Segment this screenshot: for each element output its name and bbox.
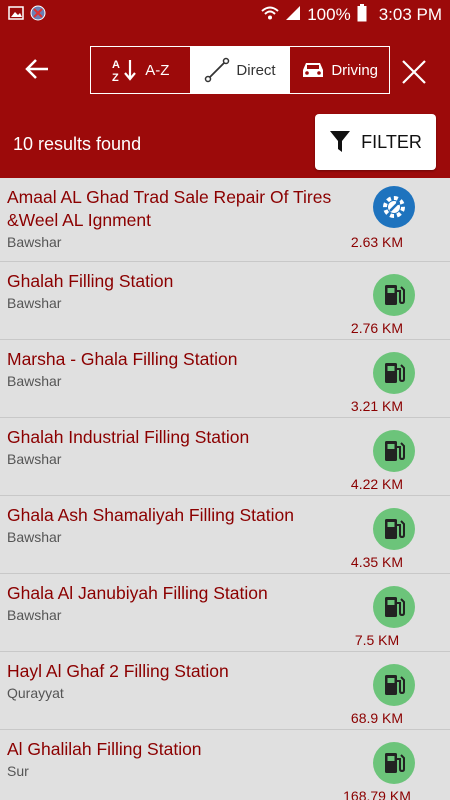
results-bar: 10 results found FILTER [0, 112, 450, 178]
place-area: Bawshar [7, 234, 62, 250]
list-item[interactable]: Hayl Al Ghaf 2 Filling Station Qurayyat 68… [0, 652, 450, 730]
place-name: Amaal AL Ghad Trad Sale Repair Of Tires … [7, 187, 332, 230]
distance-label: 168.79 KM [343, 788, 411, 800]
sort-az-label: A-Z [145, 61, 170, 79]
sort-segmented-control: A Z A-Z Direct Driving [90, 46, 390, 94]
back-button[interactable] [20, 52, 54, 86]
car-icon [303, 63, 324, 77]
status-notifications [8, 5, 46, 26]
svg-text:A: A [112, 59, 120, 71]
clock: 3:03 PM [378, 5, 442, 24]
list-item[interactable]: Ghalah Industrial Filling Station Bawshar… [0, 418, 450, 496]
sort-driving-label: Driving [331, 61, 379, 79]
svg-text:Z: Z [112, 72, 119, 83]
distance-label: 3.21 KM [350, 398, 404, 414]
list-item[interactable]: Marsha - Ghala Filling Station Bawshar 3.2… [0, 340, 450, 418]
place-name: Ghala Al Janubiyah Filling Station [7, 583, 268, 603]
fuel-pump-icon [373, 508, 415, 550]
sort-direct-button[interactable]: Direct [190, 47, 291, 93]
place-area: Bawshar [7, 607, 62, 623]
place-area: Sur [7, 763, 29, 779]
place-name: Hayl Al Ghaf 2 Filling Station [7, 661, 229, 681]
service-gear-icon [373, 186, 415, 228]
place-name: Ghalah Filling Station [7, 271, 174, 291]
place-area: Bawshar [7, 373, 62, 389]
place-area: Bawshar [7, 529, 62, 545]
distance-label: 68.9 KM [350, 710, 404, 726]
fuel-pump-icon [373, 586, 415, 628]
results-count: 10 results found [13, 134, 142, 154]
place-name: Ghalah Industrial Filling Station [7, 427, 250, 447]
fuel-pump-icon [373, 742, 415, 784]
fuel-pump-icon [373, 352, 415, 394]
place-area: Bawshar [7, 451, 62, 467]
sort-az-icon: A Z [112, 59, 137, 83]
place-area: Qurayyat [7, 685, 64, 701]
place-name: Marsha - Ghala Filling Station [7, 349, 238, 369]
results-list: Amaal AL Ghad Trad Sale Repair Of Tires … [0, 178, 450, 800]
close-button[interactable] [398, 56, 430, 88]
direct-line-icon [205, 57, 230, 83]
sort-driving-button[interactable]: Driving [290, 47, 389, 93]
place-area: Bawshar [7, 295, 62, 311]
list-item[interactable]: Ghala Al Janubiyah Filling Station Bawsha… [0, 574, 450, 652]
sort-direct-label: Direct [236, 61, 276, 79]
distance-label: 2.76 KM [350, 320, 404, 336]
status-indicators: 100% 3:03 PM [261, 3, 442, 27]
status-bar: 100% 3:03 PM [0, 0, 450, 30]
sort-az-button[interactable]: A Z A-Z [91, 47, 191, 93]
list-item[interactable]: Amaal AL Ghad Trad Sale Repair Of Tires … [0, 178, 450, 262]
app-notification-icon [30, 5, 46, 26]
toolbar: A Z A-Z Direct Driving [0, 30, 450, 112]
funnel-icon [330, 131, 351, 152]
distance-label: 4.35 KM [350, 554, 404, 570]
list-item[interactable]: Ghalah Filling Station Bawshar 2.76 KM [0, 262, 450, 340]
arrow-back-icon [25, 59, 48, 79]
fuel-pump-icon [373, 274, 415, 316]
list-item[interactable]: Ghala Ash Shamaliyah Filling Station Baws… [0, 496, 450, 574]
close-icon [402, 60, 426, 84]
filter-label: FILTER [361, 131, 422, 152]
filter-button[interactable]: FILTER [315, 114, 436, 170]
gallery-notification-icon [8, 5, 24, 25]
list-item[interactable]: Al Ghalilah Filling Station Sur 168.79 KM [0, 730, 450, 800]
place-name: Ghala Ash Shamaliyah Filling Station [7, 505, 294, 525]
signal-icon [285, 5, 301, 26]
wifi-icon [261, 5, 279, 26]
battery-percent: 100% [307, 5, 351, 24]
fuel-pump-icon [373, 430, 415, 472]
distance-label: 7.5 KM [354, 632, 400, 648]
distance-label: 2.63 KM [350, 234, 404, 250]
battery-icon [357, 3, 367, 27]
place-name: Al Ghalilah Filling Station [7, 739, 202, 759]
distance-label: 4.22 KM [350, 476, 404, 492]
fuel-pump-icon [373, 664, 415, 706]
